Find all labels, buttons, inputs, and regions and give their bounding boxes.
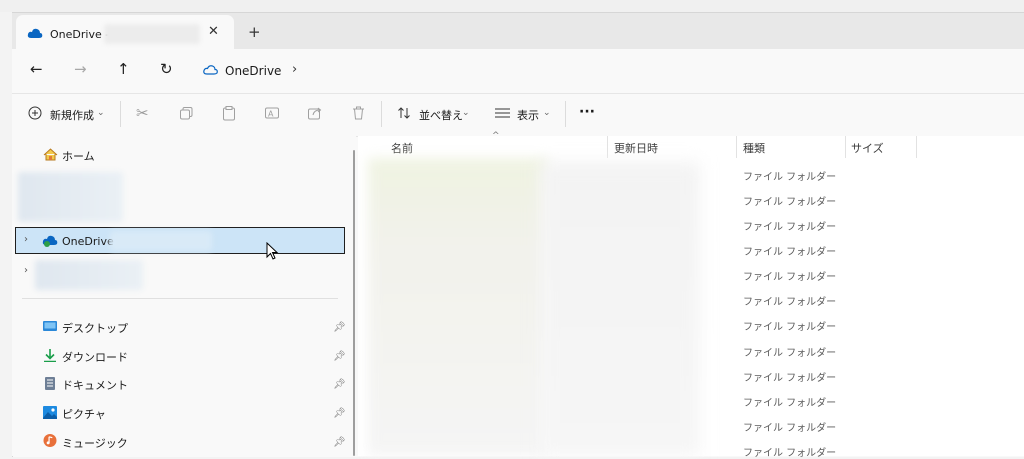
divider bbox=[565, 101, 566, 127]
delete-icon[interactable] bbox=[352, 106, 365, 120]
file-type-cell: ファイル フォルダー bbox=[743, 222, 837, 233]
pin-icon: 📌︎ bbox=[333, 437, 346, 448]
home-icon bbox=[43, 148, 58, 161]
file-type-cell: ファイル フォルダー bbox=[743, 197, 837, 208]
tab-title: OneDrive - bbox=[50, 28, 110, 41]
sidebar-item-downloads[interactable]: ダウンロード bbox=[62, 349, 128, 365]
add-circle-icon bbox=[28, 106, 42, 120]
svg-text:A: A bbox=[268, 110, 274, 119]
file-type-cell: ファイル フォルダー bbox=[743, 322, 837, 333]
redacted-sidebar-item bbox=[18, 172, 123, 222]
breadcrumb-chevron-icon[interactable]: › bbox=[292, 62, 297, 77]
file-type-cell: ファイル フォルダー bbox=[743, 272, 837, 283]
divider bbox=[120, 101, 121, 127]
expand-chevron-icon[interactable]: › bbox=[24, 265, 28, 276]
onedrive-cloud-icon bbox=[27, 28, 43, 38]
new-button[interactable]: 新規作成 bbox=[50, 107, 94, 123]
file-type-cell: ファイル フォルダー bbox=[743, 348, 837, 359]
pictures-icon bbox=[43, 406, 57, 419]
redacted-account-name bbox=[110, 231, 212, 251]
sidebar-item-documents[interactable]: ドキュメント bbox=[62, 377, 128, 393]
address-location[interactable]: OneDrive bbox=[225, 64, 281, 78]
navigation-pane-scrollbar[interactable] bbox=[353, 150, 355, 456]
music-icon bbox=[43, 434, 57, 447]
file-type-cell: ファイル フォルダー bbox=[743, 247, 837, 258]
paste-icon[interactable] bbox=[223, 106, 235, 121]
divider bbox=[381, 101, 382, 127]
redacted-file-names bbox=[368, 158, 548, 456]
new-tab-button[interactable]: + bbox=[248, 23, 261, 41]
column-divider[interactable] bbox=[845, 136, 846, 158]
document-icon bbox=[45, 377, 55, 390]
file-type-cell: ファイル フォルダー bbox=[743, 423, 837, 434]
title-strip bbox=[0, 0, 1024, 12]
file-type-cell: ファイル フォルダー bbox=[743, 373, 837, 384]
view-button[interactable]: 表示 bbox=[517, 107, 539, 123]
pin-icon: 📌︎ bbox=[333, 351, 346, 362]
column-divider[interactable] bbox=[916, 136, 917, 158]
redacted-modified-dates bbox=[540, 162, 700, 456]
column-header-name[interactable]: 名前 bbox=[391, 140, 413, 156]
more-options-button[interactable]: ··· bbox=[579, 104, 595, 120]
forward-button[interactable]: → bbox=[74, 60, 87, 78]
close-tab-button[interactable]: ✕ bbox=[208, 24, 219, 39]
sidebar-item-pictures[interactable]: ピクチャ bbox=[62, 406, 106, 422]
sidebar-item-home[interactable]: ホーム bbox=[62, 148, 95, 164]
chevron-down-icon[interactable]: ⌄ bbox=[462, 108, 470, 118]
onedrive-cloud-icon bbox=[203, 65, 218, 75]
file-type-cell: ファイル フォルダー bbox=[743, 398, 837, 409]
tab-title-redacted bbox=[104, 24, 200, 44]
pin-icon: 📌︎ bbox=[333, 322, 346, 333]
download-icon bbox=[44, 349, 56, 362]
sidebar-item-desktop[interactable]: デスクトップ bbox=[62, 320, 128, 336]
chevron-down-icon[interactable]: ⌄ bbox=[97, 108, 105, 118]
back-button[interactable]: ← bbox=[30, 60, 43, 78]
column-header-size[interactable]: サイズ bbox=[851, 140, 884, 156]
refresh-button[interactable]: ↻ bbox=[160, 60, 173, 78]
file-type-cell: ファイル フォルダー bbox=[743, 172, 837, 183]
share-icon[interactable] bbox=[308, 106, 322, 120]
copy-icon[interactable] bbox=[180, 107, 193, 120]
chevron-down-icon[interactable]: ⌄ bbox=[543, 108, 551, 118]
address-bar[interactable] bbox=[196, 57, 1024, 85]
pin-icon: 📌︎ bbox=[333, 379, 346, 390]
column-header-type[interactable]: 種類 bbox=[743, 140, 765, 156]
column-divider[interactable] bbox=[736, 136, 737, 158]
redacted-sidebar-item bbox=[35, 260, 143, 290]
rename-icon[interactable]: A bbox=[265, 106, 279, 120]
file-type-cell: ファイル フォルダー bbox=[743, 297, 837, 308]
sort-button[interactable]: 並べ替え bbox=[419, 107, 463, 123]
sort-icon bbox=[398, 107, 410, 119]
onedrive-sync-icon bbox=[42, 235, 58, 247]
sidebar-item-music[interactable]: ミュージック bbox=[62, 435, 128, 451]
sidebar-divider bbox=[22, 298, 338, 299]
expand-chevron-icon[interactable]: › bbox=[24, 234, 28, 245]
view-icon bbox=[495, 108, 510, 118]
file-type-cell: ファイル フォルダー bbox=[743, 448, 837, 459]
cut-icon[interactable]: ✂ bbox=[136, 104, 149, 122]
mouse-cursor-icon bbox=[266, 242, 279, 260]
desktop-icon bbox=[43, 321, 57, 331]
pin-icon: 📌︎ bbox=[333, 408, 346, 419]
up-button[interactable]: ↑ bbox=[117, 60, 130, 78]
column-divider[interactable] bbox=[607, 136, 608, 158]
column-header-modified[interactable]: 更新日時 bbox=[614, 140, 658, 156]
sort-indicator-icon: ^ bbox=[492, 131, 500, 141]
